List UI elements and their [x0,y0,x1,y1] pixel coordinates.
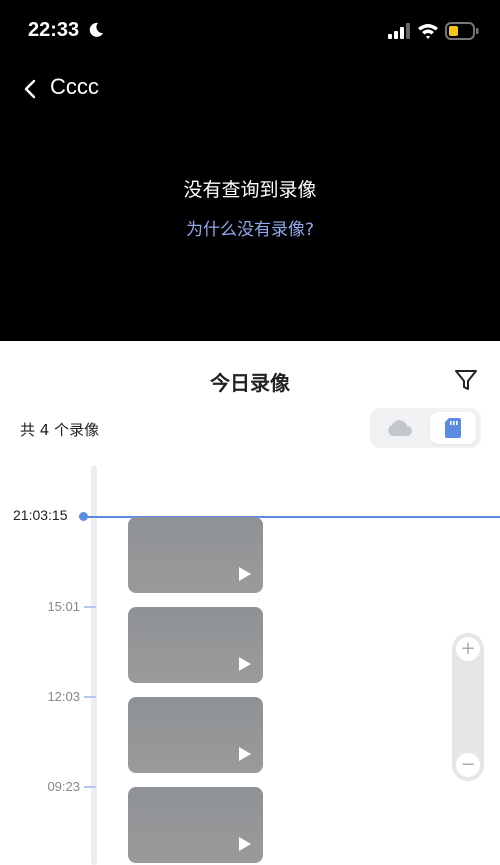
timeline-tick-label: 09:23 [47,779,80,794]
timeline-tick [84,696,96,698]
timeline-tick [84,786,96,788]
play-icon [239,837,251,851]
no-recording-message: 没有查询到录像 [183,179,317,201]
play-icon [239,567,251,581]
play-icon [239,657,251,671]
status-time: 22:33 [28,19,80,41]
panel-title: 今日录像 [210,371,290,395]
battery-icon [445,22,479,40]
video-player-area: 22:33 Cccc 没有查询到录像 为什么没有录像? [0,0,500,341]
recording-thumbnail[interactable] [128,517,263,593]
moon-icon [89,22,103,37]
play-icon [239,747,251,761]
recordings-panel: 今日录像 共 4 个录像 21:03:15 15:01 12:03 09:23 [0,341,500,865]
recording-thumbnail[interactable] [128,787,263,863]
why-no-recording-link[interactable]: 为什么没有录像? [0,215,500,240]
recording-thumbnail[interactable] [128,607,263,683]
nav-bar: Cccc [0,70,500,110]
cloud-storage-option[interactable] [376,412,422,444]
current-time-label: 21:03:15 [13,507,68,523]
cellular-signal-icon [388,23,410,39]
sd-card-icon [445,418,461,438]
status-bar: 22:33 [0,0,500,60]
back-arrow-icon[interactable] [20,78,40,100]
timeline-axis[interactable] [91,465,97,865]
current-time-marker [79,512,88,521]
zoom-in-button[interactable]: + [456,637,480,661]
page-title: Cccc [50,74,99,99]
timeline-tick-label: 12:03 [47,689,80,704]
storage-toggle [370,408,481,448]
wifi-icon [418,24,438,39]
sd-card-option[interactable] [430,412,476,444]
timeline-tick-label: 15:01 [47,599,80,614]
filter-icon[interactable] [453,367,479,393]
cloud-icon [388,420,412,436]
timeline-tick [84,606,96,608]
zoom-slider[interactable]: + − [452,633,484,781]
zoom-out-button[interactable]: − [456,753,480,777]
recording-count: 共 4 个录像 [20,421,100,439]
recording-thumbnail[interactable] [128,697,263,773]
